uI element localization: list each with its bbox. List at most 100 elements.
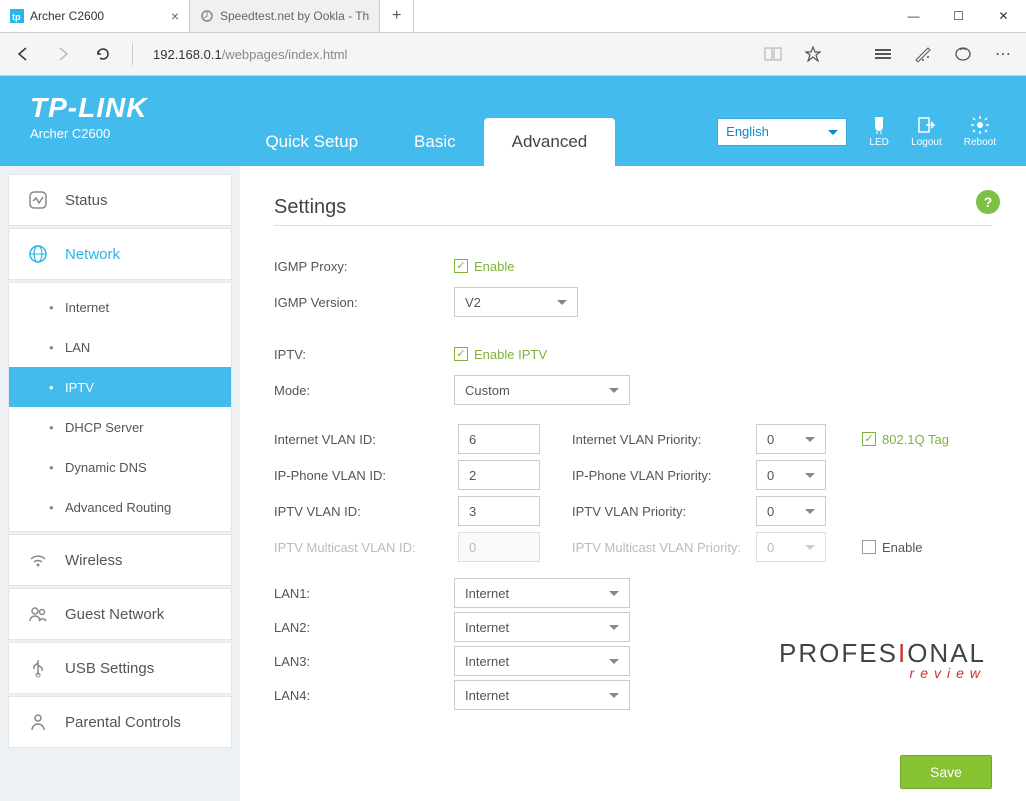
mcast-enable-checkbox[interactable]: Enable bbox=[862, 540, 992, 555]
sidebar-sub-lan[interactable]: LAN bbox=[9, 327, 231, 367]
ipphone-vlan-id-input[interactable] bbox=[458, 460, 540, 490]
sidebar-sub-ddns[interactable]: Dynamic DNS bbox=[9, 447, 231, 487]
sidebar-sub-dhcp[interactable]: DHCP Server bbox=[9, 407, 231, 447]
lan3-select[interactable]: Internet bbox=[454, 646, 630, 676]
app-header: TP-LINK Archer C2600 Quick Setup Basic A… bbox=[0, 76, 1026, 166]
address-bar[interactable]: 192.168.0.1/webpages/index.html bbox=[147, 47, 748, 62]
sidebar-sub-internet[interactable]: Internet bbox=[9, 287, 231, 327]
network-icon bbox=[27, 243, 49, 265]
hub-icon[interactable] bbox=[868, 39, 898, 69]
sidebar-item-usb[interactable]: USB Settings bbox=[8, 642, 232, 694]
lan4-select[interactable]: Internet bbox=[454, 680, 630, 710]
internet-vlan-id-label: Internet VLAN ID: bbox=[274, 432, 454, 447]
internet-vlan-pri-label: Internet VLAN Priority: bbox=[572, 432, 752, 447]
url-path: /webpages/index.html bbox=[222, 47, 348, 62]
browser-titlebar: tp Archer C2600 × Speedtest.net by Ookla… bbox=[0, 0, 1026, 33]
iptv-vlan-id-input[interactable] bbox=[458, 496, 540, 526]
lan2-label: LAN2: bbox=[274, 620, 454, 635]
notes-icon[interactable] bbox=[908, 39, 938, 69]
iptv-vlan-pri-select[interactable]: 0 bbox=[756, 496, 826, 526]
save-button[interactable]: Save bbox=[900, 755, 992, 789]
url-host: 192.168.0.1 bbox=[153, 47, 222, 62]
browser-toolbar: 192.168.0.1/webpages/index.html ⋯ bbox=[0, 33, 1026, 76]
iptv-checkbox[interactable]: Enable IPTV bbox=[454, 347, 547, 362]
tab-favicon bbox=[200, 9, 214, 23]
forward-button[interactable] bbox=[48, 39, 78, 69]
lan2-select[interactable]: Internet bbox=[454, 612, 630, 642]
usb-icon bbox=[27, 657, 49, 679]
ipphone-vlan-pri-select[interactable]: 0 bbox=[756, 460, 826, 490]
close-window-button[interactable]: ✕ bbox=[981, 0, 1026, 32]
tab-title: Archer C2600 bbox=[30, 9, 104, 23]
lan-grid: LAN1: Internet LAN2: Internet LAN3: Inte… bbox=[274, 578, 992, 710]
language-select[interactable]: English bbox=[717, 118, 847, 146]
sidebar-item-wireless[interactable]: Wireless bbox=[8, 534, 232, 586]
sidebar: Status Network Internet LAN IPTV DHCP Se… bbox=[0, 166, 240, 801]
mcast-vlan-pri-label: IPTV Multicast VLAN Priority: bbox=[572, 540, 752, 555]
iptv-vlan-id-label: IPTV VLAN ID: bbox=[274, 504, 454, 519]
main-tabs: Quick Setup Basic Advanced bbox=[237, 76, 615, 166]
checkbox-icon bbox=[862, 540, 876, 554]
igmp-version-label: IGMP Version: bbox=[274, 295, 454, 310]
page-title: Settings bbox=[274, 196, 992, 219]
reboot-button[interactable]: Reboot bbox=[964, 115, 996, 148]
checkbox-icon bbox=[454, 259, 468, 273]
favorite-icon[interactable] bbox=[798, 39, 828, 69]
sidebar-item-guest[interactable]: Guest Network bbox=[8, 588, 232, 640]
ipphone-vlan-pri-label: IP-Phone VLAN Priority: bbox=[572, 468, 752, 483]
internet-vlan-id-input[interactable] bbox=[458, 424, 540, 454]
model-name: Archer C2600 bbox=[30, 126, 147, 141]
divider bbox=[274, 225, 992, 226]
mode-label: Mode: bbox=[274, 383, 454, 398]
igmp-proxy-checkbox[interactable]: Enable bbox=[454, 259, 514, 274]
new-tab-button[interactable]: + bbox=[380, 0, 414, 32]
logo-block: TP-LINK Archer C2600 bbox=[30, 76, 147, 166]
tab-favicon: tp bbox=[10, 9, 24, 23]
more-icon[interactable]: ⋯ bbox=[988, 39, 1018, 69]
tab-basic[interactable]: Basic bbox=[386, 118, 484, 166]
sidebar-submenu-network: Internet LAN IPTV DHCP Server Dynamic DN… bbox=[8, 282, 232, 532]
lan4-label: LAN4: bbox=[274, 688, 454, 703]
separator bbox=[132, 43, 133, 65]
maximize-button[interactable]: ☐ bbox=[936, 0, 981, 32]
ipphone-vlan-id-label: IP-Phone VLAN ID: bbox=[274, 468, 454, 483]
iptv-vlan-pri-label: IPTV VLAN Priority: bbox=[572, 504, 752, 519]
browser-tab-active[interactable]: tp Archer C2600 × bbox=[0, 0, 190, 32]
tab-title: Speedtest.net by Ookla - Th bbox=[220, 9, 369, 23]
lan1-select[interactable]: Internet bbox=[454, 578, 630, 608]
back-button[interactable] bbox=[8, 39, 38, 69]
status-icon bbox=[27, 189, 49, 211]
svg-text:tp: tp bbox=[12, 12, 21, 22]
tab-advanced[interactable]: Advanced bbox=[484, 118, 616, 166]
close-icon[interactable]: × bbox=[161, 8, 179, 24]
checkbox-icon bbox=[454, 347, 468, 361]
iptv-label: IPTV: bbox=[274, 347, 454, 362]
minimize-button[interactable]: — bbox=[891, 0, 936, 32]
led-button[interactable]: LED bbox=[869, 115, 889, 148]
content-panel: ? Settings IGMP Proxy: Enable IGMP Versi… bbox=[240, 166, 1026, 801]
help-button[interactable]: ? bbox=[976, 190, 1000, 214]
share-icon[interactable] bbox=[948, 39, 978, 69]
checkbox-icon bbox=[862, 432, 876, 446]
tab-quick-setup[interactable]: Quick Setup bbox=[237, 118, 386, 166]
reading-icon[interactable] bbox=[758, 39, 788, 69]
sidebar-sub-routing[interactable]: Advanced Routing bbox=[9, 487, 231, 527]
parental-icon bbox=[27, 711, 49, 733]
brand-logo: TP-LINK bbox=[30, 92, 147, 124]
sidebar-item-network[interactable]: Network bbox=[8, 228, 232, 280]
8021q-tag-checkbox[interactable]: 802.1Q Tag bbox=[862, 432, 992, 447]
sidebar-sub-iptv[interactable]: IPTV bbox=[9, 367, 231, 407]
lan1-label: LAN1: bbox=[274, 586, 454, 601]
mcast-vlan-pri-select: 0 bbox=[756, 532, 826, 562]
logout-button[interactable]: Logout bbox=[911, 115, 942, 148]
sidebar-item-parental[interactable]: Parental Controls bbox=[8, 696, 232, 748]
refresh-button[interactable] bbox=[88, 39, 118, 69]
igmp-version-select[interactable]: V2 bbox=[454, 287, 578, 317]
mode-select[interactable]: Custom bbox=[454, 375, 630, 405]
browser-tab-inactive[interactable]: Speedtest.net by Ookla - Th bbox=[190, 0, 380, 32]
sidebar-item-status[interactable]: Status bbox=[8, 174, 232, 226]
igmp-proxy-label: IGMP Proxy: bbox=[274, 259, 454, 274]
internet-vlan-pri-select[interactable]: 0 bbox=[756, 424, 826, 454]
body-row: Status Network Internet LAN IPTV DHCP Se… bbox=[0, 166, 1026, 801]
header-right: English LED Logout Reboot bbox=[717, 115, 996, 166]
